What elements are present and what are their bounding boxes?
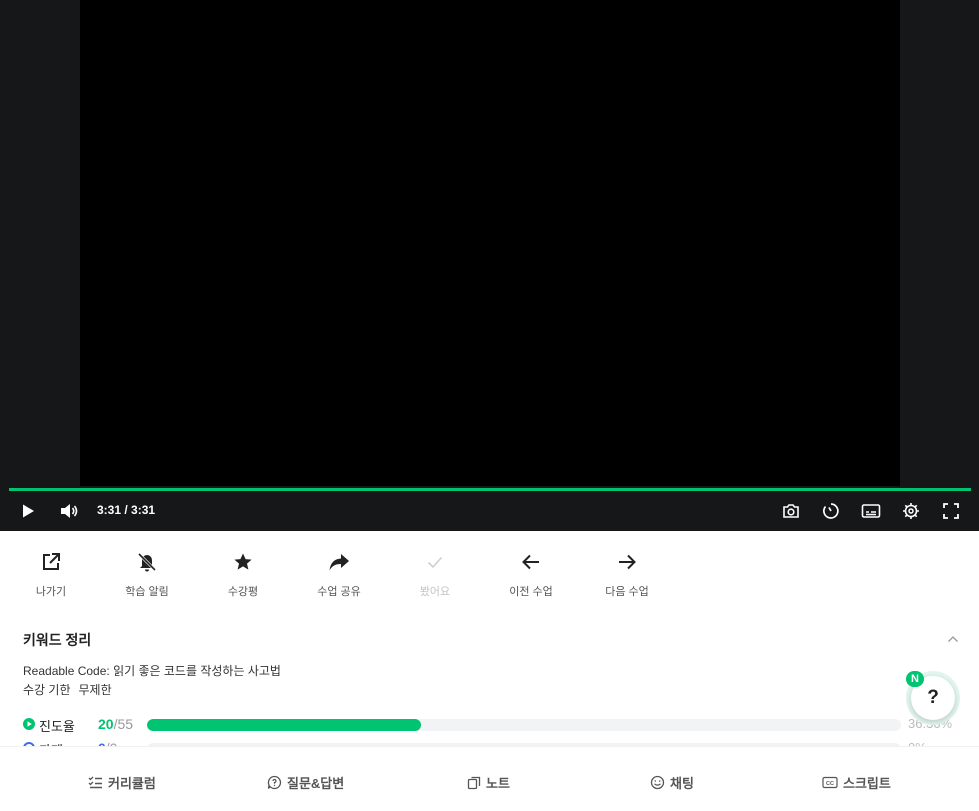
cc-icon: CC (822, 776, 838, 789)
progress-done: 20 (98, 716, 114, 732)
progress-total: /55 (113, 716, 134, 732)
tab-chat-label: 채팅 (670, 776, 694, 791)
play-circle-icon (23, 718, 35, 730)
progress-row: 진도율 20/55 36.36% (23, 716, 963, 734)
next-lecture-button[interactable]: 다음 수업 (579, 549, 675, 599)
share-lecture-button[interactable]: 수업 공유 (291, 549, 387, 599)
external-link-icon (43, 553, 60, 570)
play-button[interactable] (16, 499, 40, 523)
arrow-left-icon (522, 554, 539, 570)
period-label: 수강 기한 (23, 683, 71, 697)
chevron-up-icon[interactable] (946, 632, 960, 646)
arrow-right-icon (619, 554, 636, 570)
player-controls: 3:31 / 3:31 (0, 491, 979, 531)
progress-count: 20/55 (98, 716, 133, 732)
watched-label: 봤어요 (419, 586, 451, 598)
previous-lecture-button[interactable]: 이전 수업 (483, 549, 579, 599)
fullscreen-button[interactable] (939, 499, 963, 523)
tab-curriculum[interactable]: 커리큘럼 (88, 773, 156, 792)
video-player: 3:31 / 3:31 (0, 0, 979, 531)
progress-bar (147, 719, 901, 731)
camera-icon (783, 504, 799, 518)
new-badge: N (906, 671, 924, 687)
volume-icon (61, 504, 78, 518)
smile-icon (650, 775, 665, 790)
tab-script-label: 스크립트 (843, 776, 891, 791)
review-button[interactable]: 수강평 (195, 549, 291, 599)
exit-button[interactable]: 나가기 (3, 549, 99, 599)
subtitle-button[interactable] (859, 499, 883, 523)
tab-chat[interactable]: 채팅 (650, 773, 694, 792)
tab-qna[interactable]: 질문&답변 (267, 773, 344, 792)
speed-button[interactable] (819, 499, 843, 523)
tab-note-label: 노트 (486, 776, 510, 791)
note-icon (467, 776, 481, 789)
tab-script[interactable]: CC 스크립트 (822, 773, 891, 792)
settings-button[interactable] (899, 499, 923, 523)
share-lecture-label: 수업 공유 (317, 586, 361, 598)
video-screen[interactable] (80, 0, 900, 486)
settings-icon (903, 503, 919, 519)
star-icon (234, 553, 252, 570)
watched-button[interactable]: 봤어요 (387, 549, 483, 599)
share-icon (329, 554, 349, 571)
bottom-tab-bar: 커리큘럼 질문&답변 노트 채팅 CC 스크립트 (0, 746, 979, 811)
lecture-action-bar: 나가기 학습 알림 수강평 수업 공유 봤어요 이전 수업 다음 수업 (0, 531, 979, 611)
progress-label: 진도율 (39, 719, 75, 734)
course-description: Readable Code: 읽기 좋은 코드를 작성하는 사고법 (23, 664, 281, 678)
screenshot-button[interactable] (779, 499, 803, 523)
learning-alarm-button[interactable]: 학습 알림 (99, 549, 195, 599)
course-period: 수강 기한 무제한 (23, 681, 112, 698)
bell-off-icon (137, 552, 157, 572)
learning-alarm-label: 학습 알림 (125, 586, 169, 598)
speed-icon (823, 503, 839, 519)
subtitle-icon (861, 504, 881, 518)
previous-lecture-label: 이전 수업 (509, 586, 553, 598)
fullscreen-icon (943, 503, 959, 519)
keyword-title: 키워드 정리 (23, 632, 92, 648)
review-label: 수강평 (227, 586, 259, 598)
progress-bar-fill (147, 719, 422, 731)
next-lecture-label: 다음 수업 (605, 586, 649, 598)
question-chat-icon (267, 775, 282, 790)
video-time: 3:31 / 3:31 (97, 503, 156, 517)
tab-note[interactable]: 노트 (467, 773, 510, 792)
tab-qna-label: 질문&답변 (287, 776, 345, 791)
svg-text:CC: CC (826, 781, 834, 787)
check-icon (427, 556, 443, 569)
volume-button[interactable] (57, 499, 81, 523)
curriculum-icon (88, 776, 102, 789)
tab-curriculum-label: 커리큘럼 (108, 776, 156, 791)
period-value: 무제한 (78, 683, 112, 697)
play-icon (23, 504, 34, 518)
help-icon: ? (927, 687, 939, 708)
exit-label: 나가기 (35, 586, 67, 598)
